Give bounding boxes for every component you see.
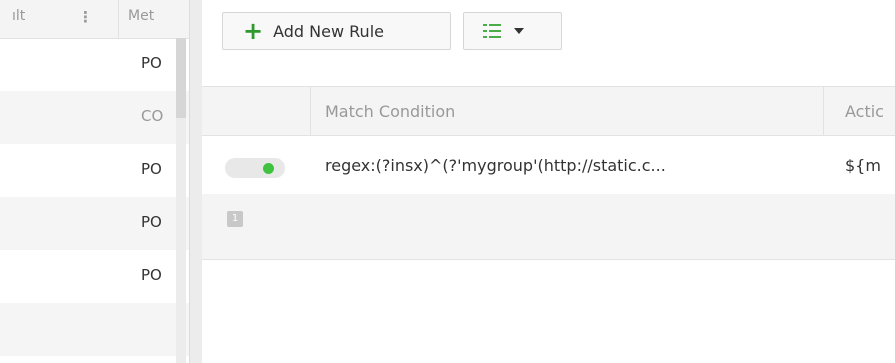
list-item[interactable]: PO — [0, 38, 189, 91]
column-divider — [310, 87, 311, 136]
rules-pane: + Add New Rule Match Condition Actic reg… — [202, 0, 895, 363]
pagination-bar: 1 — [202, 194, 895, 260]
list-item-method: PO — [141, 54, 162, 72]
table-row[interactable]: regex:(?insx)^(?'mygroup'(http://static.… — [202, 136, 895, 194]
column-divider — [823, 87, 824, 136]
list-icon — [483, 23, 501, 39]
list-item-method: PO — [141, 213, 162, 231]
page-button-1[interactable]: 1 — [227, 211, 243, 227]
column-header-match-condition[interactable]: Match Condition — [325, 102, 455, 121]
list-item[interactable] — [0, 303, 189, 356]
plus-icon: + — [243, 17, 264, 45]
column-resize-grip-icon[interactable]: ⋮ — [78, 8, 93, 26]
view-mode-dropdown[interactable] — [463, 12, 562, 50]
column-header-method[interactable]: Met — [128, 8, 154, 24]
list-item[interactable]: PO — [0, 144, 189, 197]
list-item-method: PO — [141, 160, 162, 178]
list-item-method: PO — [141, 266, 162, 284]
add-new-rule-button[interactable]: + Add New Rule — [222, 12, 451, 50]
vertical-scrollbar[interactable] — [176, 38, 186, 363]
list-item[interactable]: CO — [0, 91, 189, 144]
column-divider — [118, 0, 119, 38]
toggle-knob — [263, 163, 274, 174]
add-new-rule-label: Add New Rule — [273, 21, 384, 41]
session-list-header: ılt ⋮ Met — [0, 0, 189, 39]
rules-table-header: Match Condition Actic — [202, 86, 895, 136]
list-item[interactable]: PO — [0, 197, 189, 250]
session-list-pane: ılt ⋮ Met PO CO PO PO PO — [0, 0, 189, 363]
pane-splitter[interactable] — [189, 0, 203, 363]
rule-enabled-toggle[interactable] — [225, 158, 285, 178]
list-item-method: CO — [141, 107, 164, 125]
column-header-action[interactable]: Actic — [845, 102, 884, 121]
scrollbar-thumb[interactable] — [176, 38, 186, 118]
caret-down-icon — [514, 28, 524, 34]
match-condition-cell: regex:(?insx)^(?'mygroup'(http://static.… — [325, 156, 666, 175]
column-header-result[interactable]: ılt — [12, 8, 25, 24]
list-item[interactable]: PO — [0, 250, 189, 303]
action-cell: ${m — [845, 156, 881, 175]
